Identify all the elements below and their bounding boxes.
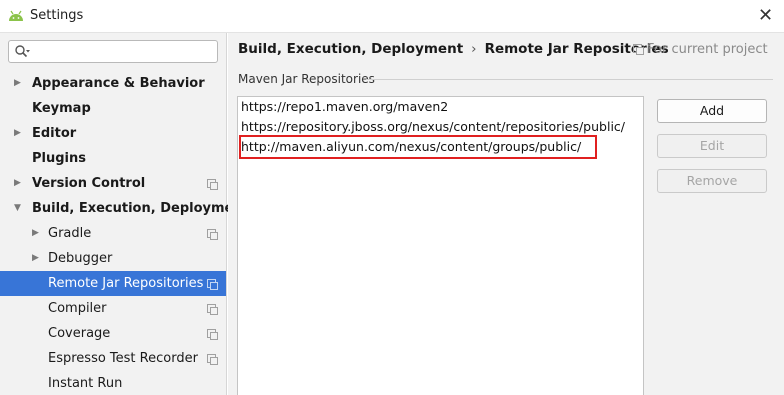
repository-item-highlighted[interactable]: http://maven.aliyun.com/nexus/content/gr… xyxy=(238,135,598,159)
sidebar-item-label: Keymap xyxy=(32,101,91,116)
sidebar-item-label: Coverage xyxy=(48,326,111,341)
sidebar-item-instant-run[interactable]: Instant Run xyxy=(0,371,226,395)
search-box[interactable] xyxy=(8,40,218,63)
sidebar-item-label: Debugger xyxy=(48,251,113,266)
android-icon xyxy=(9,10,23,21)
sidebar-item-label: Remote Jar Repositories xyxy=(48,276,204,291)
sidebar-item-label: Appearance & Behavior xyxy=(32,76,205,91)
sidebar-item-label: Editor xyxy=(32,126,77,141)
sidebar-item-editor[interactable]: ▶ Editor xyxy=(0,121,226,146)
chevron-right-icon[interactable]: ▶ xyxy=(32,221,44,246)
chevron-right-icon[interactable]: ▶ xyxy=(14,171,26,196)
settings-sidebar: ▶ Appearance & Behavior Keymap ▶ Editor Plugi… xyxy=(0,33,249,395)
breadcrumb: Build, Execution, Deployment › Remote Jar … xyxy=(238,41,669,57)
project-scope-icon xyxy=(207,229,218,240)
close-icon[interactable]: ✕ xyxy=(758,6,773,26)
sidebar-item-version-control[interactable]: ▶ Version Control xyxy=(0,171,226,196)
sidebar-item-remote-jar-repositories[interactable]: Remote Jar Repositories xyxy=(0,271,226,296)
edit-button[interactable]: Edit xyxy=(657,134,767,158)
project-scope-icon xyxy=(207,329,218,340)
sidebar-item-label: Plugins xyxy=(32,151,86,166)
sidebar-item-gradle[interactable]: ▶ Gradle xyxy=(0,221,226,246)
settings-tree: ▶ Appearance & Behavior Keymap ▶ Editor Plugi… xyxy=(0,71,249,395)
chevron-right-icon[interactable]: ▶ xyxy=(14,71,26,96)
search-icon[interactable] xyxy=(14,44,30,60)
section-divider xyxy=(366,79,773,80)
sidebar-item-coverage[interactable]: Coverage xyxy=(0,321,226,346)
sidebar-item-plugins[interactable]: Plugins xyxy=(0,146,226,171)
chevron-right-icon[interactable]: ▶ xyxy=(14,121,26,146)
sidebar-item-compiler[interactable]: Compiler xyxy=(0,296,226,321)
sidebar-item-espresso-test-recorder[interactable]: Espresso Test Recorder xyxy=(0,346,226,371)
chevron-right-icon[interactable]: ▶ xyxy=(32,246,44,271)
breadcrumb-parent[interactable]: Build, Execution, Deployment xyxy=(238,41,463,57)
project-scope-icon xyxy=(633,44,644,55)
project-scope-icon xyxy=(207,354,218,365)
project-scope-icon xyxy=(207,304,218,315)
sidebar-item-label: Gradle xyxy=(48,226,92,241)
sidebar-item-label: Instant Run xyxy=(48,376,123,391)
project-scope-icon xyxy=(207,179,218,190)
sidebar-item-label: Espresso Test Recorder xyxy=(48,351,198,366)
sidebar-item-appearance-behavior[interactable]: ▶ Appearance & Behavior xyxy=(0,71,226,96)
sidebar-item-label: Build, Execution, Deployment xyxy=(32,201,249,216)
repository-item[interactable]: https://repo1.maven.org/maven2 xyxy=(241,97,448,117)
sidebar-item-debugger[interactable]: ▶ Debugger xyxy=(0,246,226,271)
title-bar: Settings ✕ xyxy=(0,0,784,33)
chevron-down-icon[interactable]: ▼ xyxy=(14,196,26,221)
section-title: Maven Jar Repositories xyxy=(238,72,375,86)
remove-button[interactable]: Remove xyxy=(657,169,767,193)
project-scope-icon xyxy=(207,279,218,290)
search-input[interactable] xyxy=(35,43,213,60)
main-panel: Build, Execution, Deployment › Remote Jar … xyxy=(228,33,784,395)
sidebar-item-build-execution-deployment[interactable]: ▼ Build, Execution, Deployment xyxy=(0,196,249,221)
sidebar-item-label: Version Control xyxy=(32,176,146,191)
sidebar-item-keymap[interactable]: Keymap xyxy=(0,96,226,121)
repository-list[interactable]: https://repo1.maven.org/maven2 https://r… xyxy=(237,96,644,395)
sidebar-item-label: Compiler xyxy=(48,301,107,316)
breadcrumb-separator: › xyxy=(471,41,477,57)
window-title: Settings xyxy=(30,8,84,23)
scope-hint-label: For current project xyxy=(647,42,768,57)
add-button[interactable]: Add xyxy=(657,99,767,123)
scope-hint: For current project xyxy=(633,42,768,57)
repository-item[interactable]: https://repository.jboss.org/nexus/conte… xyxy=(241,117,625,137)
